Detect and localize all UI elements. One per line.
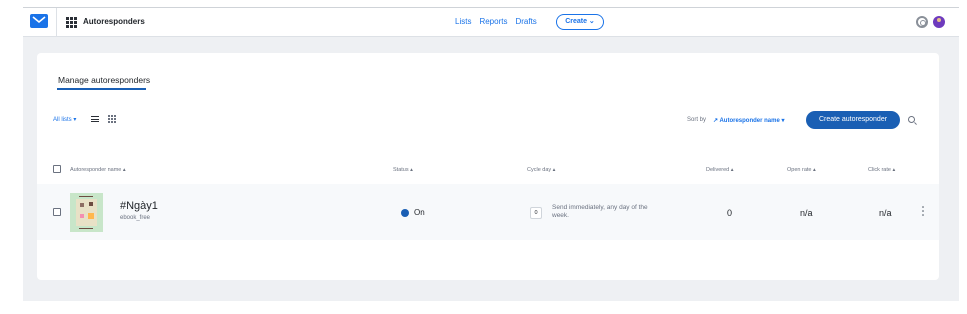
more-options-icon[interactable]	[922, 206, 924, 218]
search-icon[interactable]	[908, 116, 915, 123]
list-view-icon[interactable]	[91, 116, 99, 122]
page-title: Manage autoresponders	[58, 75, 151, 85]
title-underline	[57, 88, 146, 90]
col-click-rate[interactable]: Click rate ▴	[868, 167, 895, 173]
top-nav: Lists Reports Drafts	[455, 17, 537, 26]
apps-grid-icon[interactable]	[66, 17, 77, 28]
nav-lists[interactable]: Lists	[455, 17, 471, 26]
col-open-rate[interactable]: Open rate ▴	[787, 167, 816, 173]
col-cycle-day[interactable]: Cycle day ▴	[527, 167, 555, 173]
status-on-icon	[401, 209, 409, 217]
grid-view-icon[interactable]	[108, 115, 116, 123]
cycle-day-badge: 0	[530, 207, 542, 219]
cycle-day-text: Send immediately, any day of the week.	[552, 204, 648, 219]
divider	[56, 8, 57, 37]
create-autoresponder-button[interactable]: Create autoresponder	[806, 111, 900, 129]
sort-by-label: Sort by	[687, 117, 707, 123]
delivered-value: 0	[727, 208, 733, 218]
col-status[interactable]: Status ▴	[393, 167, 413, 173]
select-all-checkbox[interactable]	[53, 165, 61, 173]
autoresponders-card: Manage autoresponders All lists ▾ Sort b…	[37, 53, 939, 280]
nav-reports[interactable]: Reports	[479, 17, 507, 26]
sort-dropdown[interactable]: ↗ Autoresponder name ▾	[713, 117, 785, 124]
click-rate-value: n/a	[879, 208, 892, 218]
status-text: On	[414, 208, 425, 217]
col-delivered[interactable]: Delivered ▴	[706, 167, 734, 173]
avatar[interactable]	[933, 16, 945, 28]
create-button[interactable]: Create ⌄	[556, 14, 604, 30]
app-frame: Autoresponders Lists Reports Drafts Crea…	[23, 7, 959, 301]
app-title: Autoresponders	[83, 17, 145, 26]
open-rate-value: n/a	[800, 208, 813, 218]
table-row[interactable]: #Ngày1 ebook_free On 0 Send immediately,…	[37, 184, 939, 240]
autoresponder-list: ebook_free	[120, 215, 151, 221]
lifebuoy-icon[interactable]	[916, 16, 928, 28]
all-lists-dropdown[interactable]: All lists ▾	[53, 116, 76, 123]
autoresponder-name[interactable]: #Ngày1	[120, 200, 158, 212]
row-checkbox[interactable]	[53, 208, 61, 216]
email-thumbnail[interactable]	[70, 193, 103, 232]
top-bar: Autoresponders Lists Reports Drafts Crea…	[23, 8, 959, 37]
col-autoresponder-name[interactable]: Autoresponder name ▴	[70, 167, 126, 173]
envelope-icon[interactable]	[30, 14, 48, 28]
nav-drafts[interactable]: Drafts	[515, 17, 536, 26]
